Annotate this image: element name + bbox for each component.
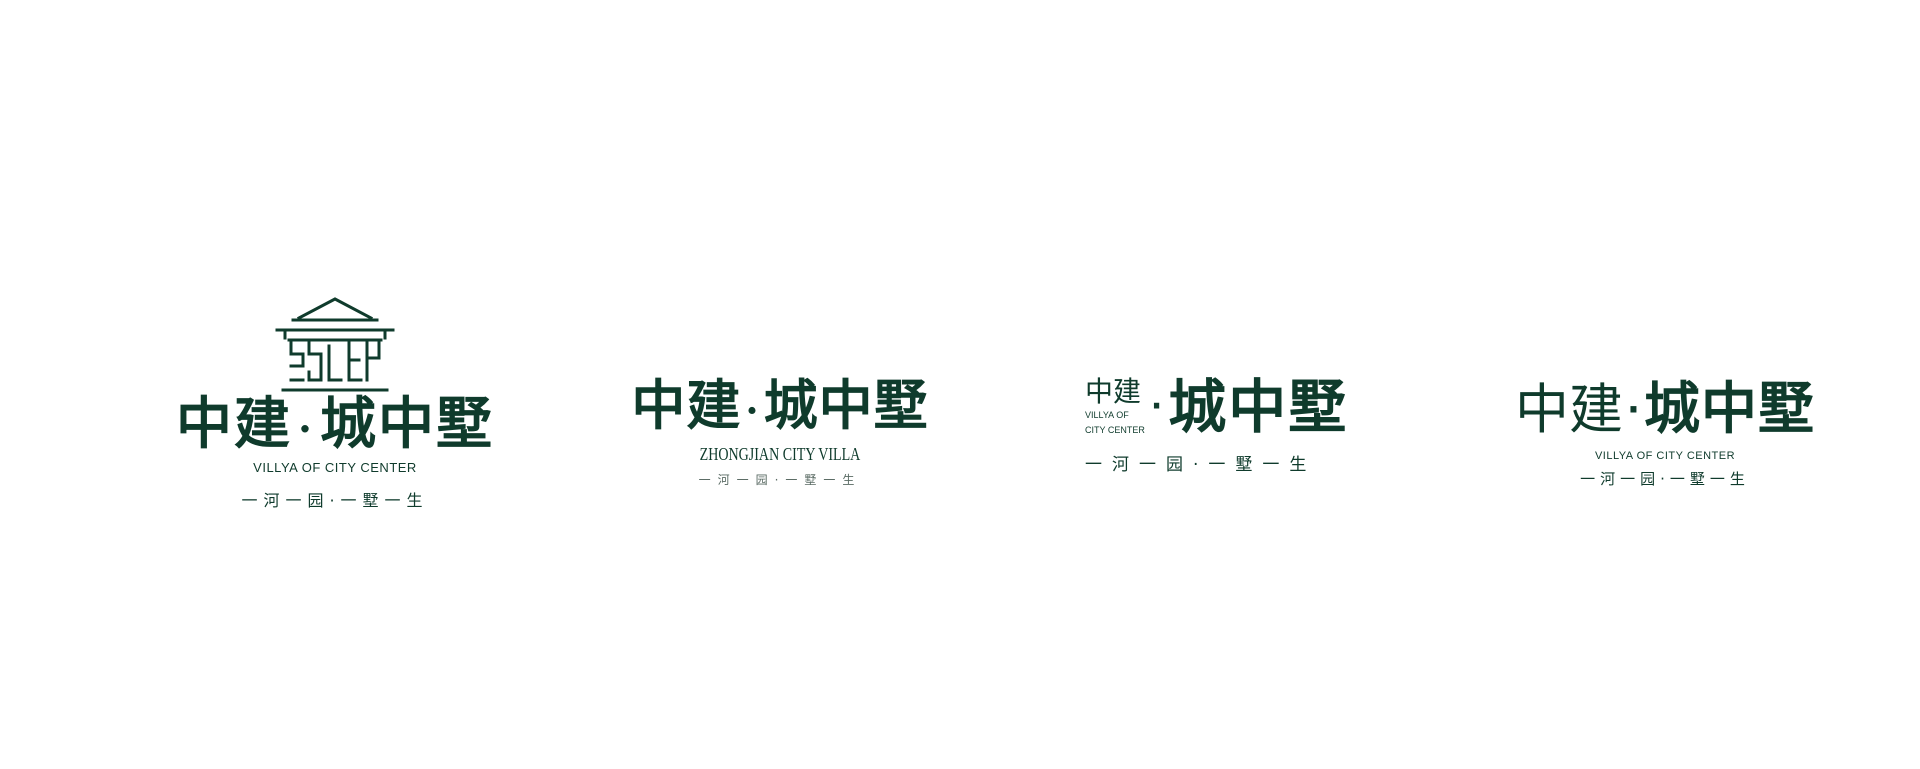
brand-name-pinyin: ZHONGJIAN CITY VILLA bbox=[699, 444, 861, 464]
slogan-dot: · bbox=[329, 491, 341, 510]
brand-name-right: 城中墅 bbox=[1643, 377, 1815, 442]
brand-name-left: 中建 bbox=[631, 373, 742, 437]
slogan-dot: · bbox=[1660, 470, 1670, 488]
slogan-right: 一墅一生 bbox=[1669, 470, 1750, 488]
brand-name-cn: 中建·城中墅 bbox=[176, 396, 494, 452]
slogan: 一河一园·一墅一生 bbox=[1580, 468, 1750, 489]
brand-name-dot: · bbox=[298, 406, 314, 453]
slogan: 一河一园·一墅一生 bbox=[1085, 450, 1316, 475]
brand-name-en: VILLYA OF CITY CENTER bbox=[1594, 450, 1736, 462]
brand-lockup-left: 中建 VILLYA OF CITY CENTER bbox=[1085, 378, 1145, 436]
logo-variant-inline: 中建 · 城中墅 VILLYA OF CITY CENTER 一河一园·一墅一生 bbox=[1515, 382, 1815, 489]
brand-name-dot: · bbox=[1627, 390, 1640, 430]
slogan-right: 一墅一生 bbox=[1208, 455, 1317, 475]
brand-name-en-line1: VILLYA OF bbox=[1085, 410, 1129, 420]
logo-variant-emblem: 中建 · 城中墅 VILLYA OF CITY CENTER 一河一园·一墅一生 bbox=[170, 296, 500, 511]
slogan-left: 一河一园 bbox=[1580, 470, 1661, 488]
brand-name-dot: · bbox=[745, 388, 760, 433]
brand-name-left: 中建 bbox=[176, 391, 293, 457]
brand-name-cn: 中建·城中墅 bbox=[631, 378, 928, 432]
brand-name-dot: · bbox=[1150, 389, 1163, 424]
brand-name-right: 城中墅 bbox=[319, 391, 494, 457]
brand-name-en-line2: CITY CENTER bbox=[1085, 425, 1145, 435]
slogan: 一河一园·一墅一生 bbox=[699, 471, 862, 488]
slogan-left: 一河一园 bbox=[698, 473, 775, 487]
brand-name-right: 城中墅 bbox=[763, 373, 929, 437]
logo-variant-horizontal: 中建 VILLYA OF CITY CENTER · 城中墅 一河一园·一墅一生 bbox=[1085, 373, 1355, 476]
brand-name-en: VILLYA OF CITY CENTER bbox=[253, 460, 417, 475]
brand-lockup: 中建 · 城中墅 bbox=[1515, 382, 1815, 438]
slogan: 一河一园·一墅一生 bbox=[241, 487, 428, 511]
brand-name-left: 中建 bbox=[1515, 378, 1624, 441]
brand-name-right: 城中墅 bbox=[1168, 373, 1349, 441]
brand-lockup: 中建 VILLYA OF CITY CENTER · 城中墅 bbox=[1085, 373, 1349, 441]
pavilion-emblem-icon bbox=[275, 297, 395, 392]
slogan-right: 一墅一生 bbox=[340, 491, 429, 510]
slogan-left: 一河一园 bbox=[1085, 455, 1193, 475]
logo-variant-pinyin: 中建 ·城中墅 ZHONGJIAN CITY VILLA 一河一园·一墅一生 bbox=[630, 378, 930, 488]
slogan-left: 一河一园 bbox=[241, 491, 330, 510]
slogan-right: 一墅一生 bbox=[785, 473, 862, 487]
brand-name-left: 中建 bbox=[1085, 375, 1142, 408]
slogan-dot: · bbox=[774, 473, 786, 487]
slogan-dot: · bbox=[1193, 455, 1209, 475]
